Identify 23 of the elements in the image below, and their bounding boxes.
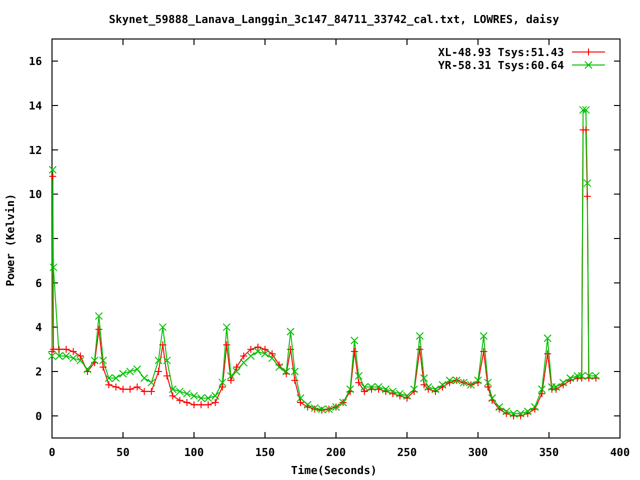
y-tick-label: 6: [35, 276, 42, 290]
y-tick-label: 14: [28, 100, 42, 112]
x-tick-label: 400: [610, 446, 630, 459]
y-tick-label: 2: [35, 366, 42, 378]
x-tick-label: 200: [326, 446, 346, 459]
y-tick-label: 0: [35, 410, 42, 423]
x-tick-label: 100: [184, 446, 204, 459]
x-tick-label: 150: [255, 446, 275, 459]
chart-title: Skynet_59888_Lanava_Langgin_3c147_84711_33742_cal.txt, LOWRES, daisy: [108, 13, 560, 26]
x-tick-label: 250: [397, 446, 417, 459]
x-tick-label: 350: [539, 446, 559, 459]
x-tick-label: 50: [116, 446, 130, 459]
x-axis-label: Time(Seconds): [290, 464, 378, 477]
legend-label: XL-48.93 Tsys:51.43: [438, 46, 564, 59]
y-tick-label: 16: [28, 55, 42, 68]
y-tick-label: 10: [28, 188, 42, 202]
y-tick-label: 4: [35, 321, 42, 334]
x-tick-label: 300: [468, 446, 488, 459]
y-axis-label: Power (Kelvin): [4, 194, 17, 286]
x-tick-label: 0: [48, 446, 56, 459]
legend-label: YR-58.31 Tsys:60.64: [438, 59, 564, 72]
y-tick-label: 12: [28, 144, 42, 157]
y-tick-label: 8: [35, 232, 42, 246]
